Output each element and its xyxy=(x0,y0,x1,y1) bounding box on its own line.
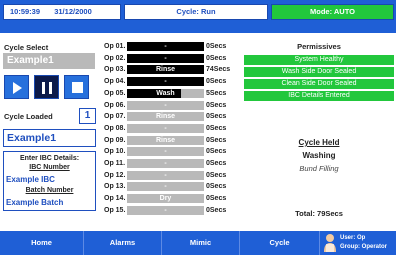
ibc-details-heading: Enter IBC Details: xyxy=(19,155,80,162)
op-time: 0Secs xyxy=(206,160,227,167)
mode-status-display: Mode: AUTO xyxy=(271,4,394,20)
op-time: 0Secs xyxy=(206,206,227,214)
user-icon xyxy=(324,234,336,252)
play-icon xyxy=(13,82,22,94)
nav-alarms-button[interactable]: Alarms xyxy=(84,231,162,255)
sub-step-text: Bund Filling xyxy=(299,164,339,173)
batch-number-input[interactable]: Example Batch xyxy=(6,198,94,207)
ibc-number-label: IBC Number xyxy=(29,164,70,171)
op-step-bar: - xyxy=(127,170,204,180)
cycle-loaded-label: Cycle Loaded xyxy=(4,112,53,121)
user-login-button[interactable]: User: Op Group: Operator xyxy=(320,231,396,255)
op-label: Op 12. xyxy=(104,171,126,179)
op-step-bar: - xyxy=(127,77,204,87)
op-step-bar: - xyxy=(127,205,204,215)
op-step-bar: Rinse xyxy=(127,112,204,122)
op-step-bar: - xyxy=(127,100,204,110)
op-step-bar: - xyxy=(127,42,204,51)
status-header: 10:59:39 31/12/2000 Cycle: Run Mode: AUT… xyxy=(0,0,396,33)
ibc-number-input[interactable]: Example IBC xyxy=(6,175,94,184)
op-time: 0Secs xyxy=(206,171,227,179)
user-group: Group: Operator xyxy=(340,244,388,250)
op-time: 0Secs xyxy=(206,54,227,62)
permissive-ibc-details-entered: IBC Details Entered xyxy=(244,91,394,101)
datetime-display: 10:59:39 31/12/2000 xyxy=(3,4,121,20)
op-time: 5Secs xyxy=(206,89,227,97)
op-step-bar: Rinse xyxy=(127,135,204,145)
time-readout: 10:59:39 xyxy=(10,7,41,16)
op-label: Op 15. xyxy=(104,206,126,214)
op-time: 0Secs xyxy=(206,136,227,144)
op-step-bar: Wash xyxy=(127,88,204,98)
op-label: Op 01. xyxy=(104,43,126,50)
op-label: Op 11. xyxy=(104,160,126,167)
batch-number-label: Batch Number xyxy=(25,187,74,194)
op-time: 0Secs xyxy=(206,43,227,50)
pause-button[interactable] xyxy=(34,75,59,99)
op-label: Op 10. xyxy=(104,148,126,156)
play-button[interactable] xyxy=(4,75,29,99)
cycle-select-label: Cycle Select xyxy=(4,43,49,52)
op-label: Op 07. xyxy=(104,113,126,121)
permissive-system-healthy: System Healthy xyxy=(244,55,394,65)
op-time: 0Secs xyxy=(206,183,227,191)
cycle-status-display: Cycle: Run xyxy=(124,4,268,20)
op-step-bar: - xyxy=(127,147,204,157)
op-time: 0Secs xyxy=(206,101,227,109)
op-label: Op 06. xyxy=(104,101,126,109)
op-step-bar: Rinse xyxy=(127,65,204,75)
ibc-details-panel: Enter IBC Details: IBC Number Example IB… xyxy=(3,151,96,211)
op-step-bar: Dry xyxy=(127,194,204,204)
user-name: User: Op xyxy=(340,235,366,241)
total-time-text: Total: 79Secs xyxy=(295,209,343,218)
step-name-text: Washing xyxy=(302,151,336,160)
op-label: Op 13. xyxy=(104,183,126,191)
op-time: 74Secs xyxy=(206,66,231,74)
nav-cycle-button[interactable]: Cycle xyxy=(240,231,320,255)
stop-icon xyxy=(72,82,83,93)
nav-home-button[interactable]: Home xyxy=(0,231,84,255)
op-step-bar: - xyxy=(127,182,204,192)
cycles-loaded-count: 1 xyxy=(79,108,96,124)
op-label: Op 05. xyxy=(104,89,126,97)
loaded-cycle-name: Example1 xyxy=(3,129,96,147)
op-step-bar: - xyxy=(127,123,204,133)
bottom-nav: Home Alarms Mimic Cycle User: Op Group: … xyxy=(0,231,396,255)
op-label: Op 02. xyxy=(104,54,126,62)
op-time: 0Secs xyxy=(206,78,227,86)
op-time: 0Secs xyxy=(206,124,227,132)
op-time: 0Secs xyxy=(206,195,227,203)
op-step-bar: - xyxy=(127,159,204,168)
date-readout: 31/12/2000 xyxy=(54,7,92,16)
hmi-screen: 10:59:39 31/12/2000 Cycle: Run Mode: AUT… xyxy=(0,0,396,255)
cycle-select-field[interactable]: Example1 xyxy=(3,53,95,69)
op-label: Op 03. xyxy=(104,66,126,74)
op-label: Op 08. xyxy=(104,124,126,132)
cycle-state-text: Cycle Held xyxy=(298,138,340,147)
op-step-bar: - xyxy=(127,53,204,63)
op-time: 0Secs xyxy=(206,113,227,121)
stop-button[interactable] xyxy=(64,75,89,99)
op-label: Op 14. xyxy=(104,195,126,203)
op-label: Op 09. xyxy=(104,136,126,144)
permissive-wash-door-sealed: Wash Side Door Sealed xyxy=(244,67,394,77)
nav-mimic-button[interactable]: Mimic xyxy=(162,231,240,255)
permissive-clean-door-sealed: Clean Side Door Sealed xyxy=(244,79,394,89)
op-label: Op 04. xyxy=(104,78,126,86)
op-time: 0Secs xyxy=(206,148,227,156)
permissives-title: Permissives xyxy=(297,42,341,51)
